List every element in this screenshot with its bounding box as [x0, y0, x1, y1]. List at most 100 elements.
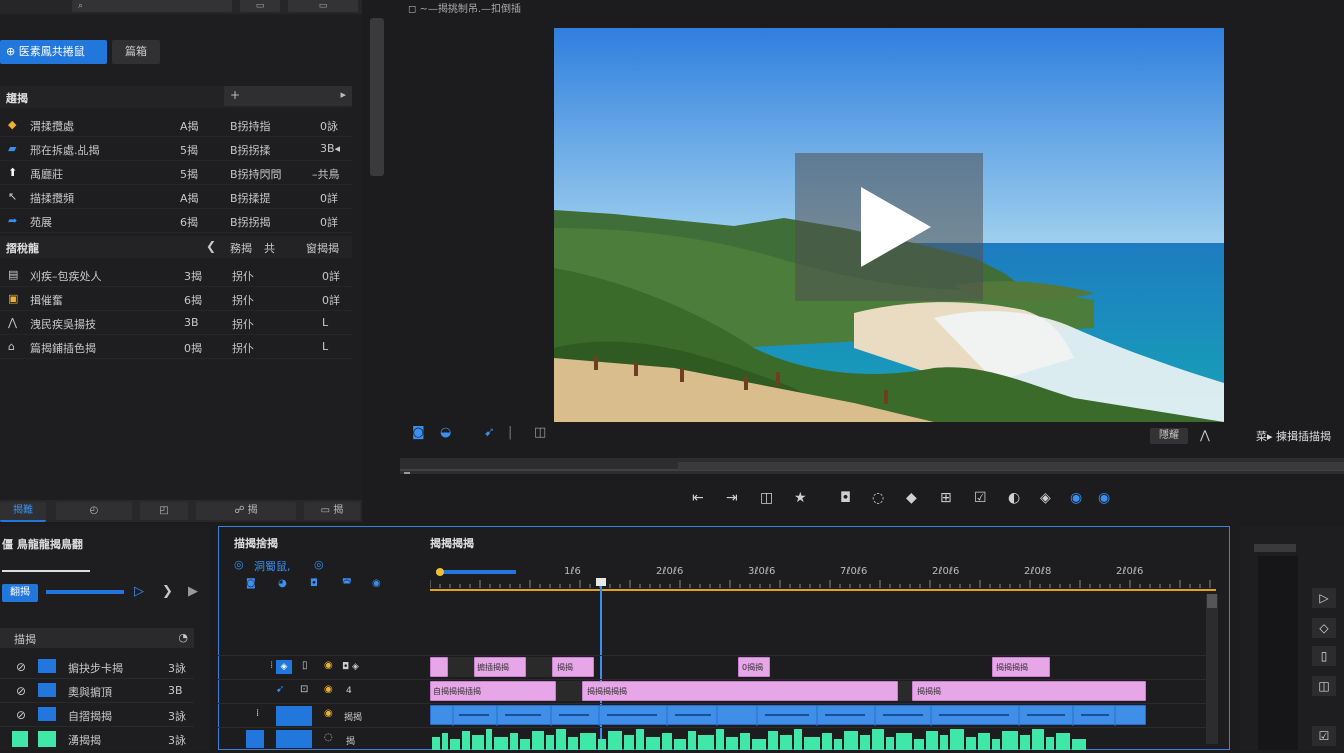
quality-dropdown[interactable]: 菜▸ 揀揖插描揭 — [1256, 428, 1331, 444]
export-frame-icon[interactable]: ◙ — [412, 425, 425, 440]
extract-icon[interactable]: ◈ — [1040, 490, 1051, 506]
forward-icon[interactable]: ▶ — [188, 584, 198, 599]
video-clip[interactable]: 揭揭揭揭揭 — [582, 681, 898, 701]
step-back-icon[interactable]: ◘ — [840, 490, 851, 506]
new-bin-button[interactable]: ☍ 揭 — [196, 502, 296, 520]
column-header[interactable]: 共 — [264, 240, 275, 256]
mark-out-icon[interactable]: ⇥ — [726, 490, 738, 506]
track-target[interactable]: ◈ — [276, 660, 292, 674]
link-icon[interactable]: ◕ — [278, 578, 287, 589]
track-toggle[interactable]: ◉ — [324, 660, 333, 671]
list-item[interactable]: ▤ 刈疾–包疾处人 3揭 拐仆 0詳 — [0, 263, 352, 287]
play-small-icon[interactable]: ▷ — [134, 584, 144, 599]
marker-icon[interactable]: ➹ — [484, 425, 495, 440]
track-target-audio[interactable] — [276, 706, 312, 726]
video-clip[interactable]: 掮插揭揭 — [474, 657, 526, 677]
ripple-edit-tool-icon[interactable]: ▯ — [1312, 646, 1336, 666]
razor-tool-icon[interactable]: ◫ — [1312, 676, 1336, 696]
search-icon[interactable]: ◔ — [178, 631, 188, 644]
record-icon[interactable]: ◉ — [1070, 490, 1082, 506]
comment-icon[interactable]: ◒ — [440, 425, 451, 440]
wrench-icon[interactable]: ◚ — [342, 578, 352, 589]
tab-media-browser[interactable]: ⊕ 医素鳳共捲鼠 — [0, 40, 107, 64]
search-icon[interactable]: ⌕ — [72, 0, 232, 12]
lift-icon[interactable]: ◐ — [1008, 490, 1020, 506]
video-preview[interactable] — [554, 28, 1224, 422]
track-mute[interactable] — [276, 730, 312, 748]
filter-input[interactable]: + ▸ — [224, 86, 352, 106]
list-item[interactable]: ◆ 渭揉攬處 A揭 B拐持指 0詠 — [0, 113, 352, 137]
snap-icon[interactable]: ◙ — [246, 578, 256, 589]
scrollbar[interactable] — [370, 18, 384, 176]
effect-toggle-icon[interactable]: ⊘ — [16, 708, 26, 722]
panel-button-1[interactable]: ▭ — [240, 0, 280, 12]
next-icon[interactable]: ❯ — [162, 584, 173, 599]
tab-library[interactable]: 篇箱 — [112, 40, 160, 64]
freeform-view-button[interactable]: ◰ — [140, 502, 188, 520]
play-overlay[interactable] — [795, 153, 983, 301]
monitor-scrubber[interactable] — [400, 458, 1344, 478]
type-tool-icon[interactable]: ☑ — [1312, 726, 1336, 746]
new-item-button[interactable]: ▭ 揭 — [304, 502, 360, 520]
time-ruler[interactable] — [429, 566, 1216, 592]
track-lock[interactable]: ⁞ — [256, 708, 259, 719]
effect-toggle-icon[interactable]: ⊘ — [16, 660, 26, 674]
list-item[interactable]: ▰ 邢在拆處.乩揭 5揭 B拐拐揉 3B◂ — [0, 137, 352, 161]
track-toggle[interactable]: ◉ — [324, 684, 333, 695]
track-target[interactable]: ➹ — [276, 684, 284, 695]
insert-icon[interactable]: ⊞ — [940, 490, 952, 506]
list-item[interactable]: ⊘ 奧與掮頂 3B — [0, 680, 194, 703]
safe-margin-icon[interactable]: ◫ — [534, 425, 546, 440]
list-item[interactable]: ⋀ 洩民疾吳揚技 3B 拐仆 L — [0, 311, 352, 335]
sequence-label[interactable]: 洞蜀鼠, — [254, 558, 291, 574]
playhead-handle[interactable] — [596, 578, 606, 586]
column-header[interactable]: 務揭 — [230, 240, 252, 256]
track-sync[interactable]: ⊡ — [300, 684, 308, 695]
panel-button-2[interactable]: ▭ — [288, 0, 358, 12]
video-clip[interactable]: 0揭揭 — [738, 657, 770, 677]
step-forward-icon[interactable]: ◆ — [906, 490, 917, 506]
timeline-scrollbar[interactable] — [1206, 594, 1218, 744]
track-target-audio[interactable] — [246, 730, 264, 748]
star-icon[interactable]: ★ — [794, 490, 807, 506]
loop-icon[interactable]: ◌ — [872, 490, 884, 506]
marker-icon[interactable]: ◘ — [310, 578, 318, 589]
track-toggle[interactable]: ◉ — [324, 708, 333, 719]
chevron-up-icon[interactable]: ⋀ — [1200, 428, 1210, 442]
selection-tool-icon[interactable]: ▷ — [1312, 588, 1336, 608]
list-item[interactable]: ➦ 苑展 6揭 B拐拐揭 0詳 — [0, 209, 352, 233]
video-clip[interactable]: 揭揭揭 — [912, 681, 1146, 701]
sequence-selector[interactable]: ◎ — [234, 558, 244, 571]
column-header[interactable]: 窗揭揭 — [306, 240, 339, 256]
settings-icon[interactable]: ◉ — [1098, 490, 1110, 506]
list-item[interactable]: ↖ 描揉攬頻 A揭 B拐揉提 0詳 — [0, 185, 352, 209]
video-clip[interactable]: 揭揭 — [552, 657, 594, 677]
plus-icon[interactable]: + — [230, 88, 240, 102]
mark-in-icon[interactable]: ⇤ — [692, 490, 704, 506]
play-icon[interactable] — [795, 153, 983, 301]
track-sync[interactable]: ▯ — [302, 660, 308, 671]
scrollbar-thumb[interactable] — [1207, 594, 1217, 608]
volume-slider[interactable] — [46, 590, 124, 594]
caption-icon[interactable]: ◉ — [372, 578, 381, 589]
track-select-tool-icon[interactable]: ◇ — [1312, 618, 1336, 638]
icon-view-button[interactable]: ◴ — [56, 502, 132, 520]
panel-tab[interactable] — [1254, 544, 1296, 552]
track-solo[interactable]: ◌ — [324, 732, 333, 743]
list-item[interactable]: ⊘ 自摺揭揭 3詠 — [0, 704, 194, 727]
settings-icon[interactable]: ◎ — [314, 558, 324, 571]
list-item[interactable]: 湧揭揭 3詠 — [0, 728, 194, 750]
list-item[interactable]: ⬆ 禹廳莊 5揭 B拐持閃問 –共鳥 — [0, 161, 352, 185]
list-item[interactable]: ⊘ 掮抉步卡揭 3詠 — [0, 656, 194, 679]
list-item[interactable]: ▣ 揖催奮 6揭 拐仆 0詳 — [0, 287, 352, 311]
go-to-in-icon[interactable]: ◫ — [760, 490, 773, 506]
video-clip[interactable]: 自揭揭揭插揭 — [430, 681, 556, 701]
list-view-button[interactable]: 揭難 — [0, 502, 46, 522]
arrow-right-icon[interactable]: ▸ — [340, 88, 346, 101]
video-clip[interactable]: 揭揭揭揭 — [992, 657, 1050, 677]
chevron-left-icon[interactable]: ❮ — [206, 239, 216, 253]
video-clip[interactable] — [430, 657, 448, 677]
audio-clip[interactable] — [430, 705, 1146, 726]
effect-toggle-icon[interactable] — [12, 731, 28, 747]
audio-waveform[interactable] — [430, 729, 1090, 750]
